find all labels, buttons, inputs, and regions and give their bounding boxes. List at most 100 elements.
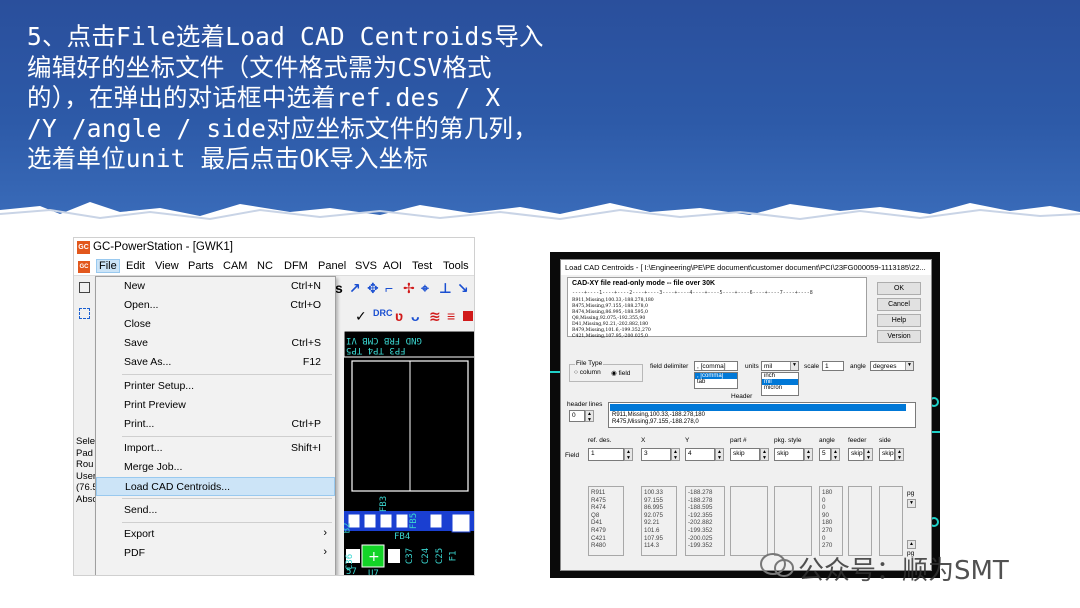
select-tool-icon[interactable] — [79, 282, 90, 293]
x-column-input[interactable]: 3 — [641, 448, 671, 461]
pkg-style-column-input[interactable]: skip — [774, 448, 804, 461]
menu-test[interactable]: Test — [412, 260, 432, 272]
units-option[interactable]: micron — [762, 385, 798, 391]
chevron-down-icon[interactable]: ▼ — [905, 362, 913, 370]
y-spinner[interactable]: ▲ ▼ — [715, 448, 724, 461]
app-menu-icon[interactable]: GC — [78, 261, 90, 273]
menu-item-close[interactable]: Close — [96, 315, 335, 334]
pcb-label: C25 — [435, 547, 446, 565]
pkg-style-spinner[interactable]: ▲ ▼ — [804, 448, 813, 461]
check-icon[interactable]: ✓ — [355, 308, 367, 325]
menu-parts[interactable]: Parts — [188, 260, 214, 272]
menu-file[interactable]: File — [96, 259, 120, 273]
ok-button[interactable]: OK — [877, 282, 921, 295]
menu-item-merge-job[interactable]: Merge Job... — [96, 458, 335, 477]
field-delimiter-list[interactable]: , [comma] tab — [694, 372, 738, 389]
gc-powerstation-window: GC GC-PowerStation - [GWK1] GC File Edit… — [73, 237, 475, 576]
via-icon[interactable]: ᴗ — [411, 308, 420, 324]
radio-field[interactable]: ◉ field — [611, 369, 630, 377]
menu-item-label: New — [124, 280, 146, 292]
menu-item-print-preview[interactable]: Print Preview — [96, 396, 335, 415]
menu-item-import[interactable]: Import... Shift+I — [96, 439, 335, 458]
menu-item-shortcut: Ctrl+S — [291, 337, 321, 349]
menu-dfm[interactable]: DFM — [284, 260, 308, 272]
radio-field-label: field — [618, 370, 631, 377]
menu-item-load-cad-centroids[interactable]: Load CAD Centroids... — [96, 477, 335, 496]
ref-des-column-input[interactable]: 1 — [588, 448, 624, 461]
menu-item-label: Close — [124, 318, 151, 330]
submenu-arrow-icon: › — [323, 527, 327, 539]
menu-item-open[interactable]: Open... Ctrl+O — [96, 296, 335, 315]
menu-item-export[interactable]: Export › — [96, 525, 335, 544]
part-column-input[interactable]: skip — [730, 448, 760, 461]
pencil-icon[interactable]: ↗ — [349, 280, 361, 297]
drc-icon[interactable]: DRC — [373, 308, 393, 318]
menu-view[interactable]: View — [155, 260, 179, 272]
marquee-tool-icon[interactable] — [79, 308, 90, 319]
header-lines-spinner[interactable]: ▲ ▼ — [585, 410, 594, 423]
angle-select[interactable]: degrees ▼ — [870, 361, 914, 371]
side-spinner[interactable]: ▲ ▼ — [895, 448, 904, 461]
menu-item-save-as[interactable]: Save As... F12 — [96, 353, 335, 372]
page-down-button[interactable]: ▼ — [907, 499, 916, 508]
menu-panel[interactable]: Panel — [318, 260, 346, 272]
x-spinner[interactable]: ▲ ▼ — [671, 448, 680, 461]
menu-edit[interactable]: Edit — [126, 260, 145, 272]
menu-item-print[interactable]: Print... Ctrl+P — [96, 415, 335, 434]
pcb-label: B2 — [344, 522, 353, 534]
side-column-input[interactable]: skip — [879, 448, 895, 461]
menu-tools[interactable]: Tools — [443, 260, 469, 272]
menu-separator — [122, 436, 332, 437]
net-icon[interactable]: ʋ — [395, 308, 403, 324]
pkg-style-column-preview — [774, 486, 812, 556]
arrow-tool-icon[interactable]: ↘ — [457, 280, 469, 297]
draw-tool-icon[interactable]: s — [335, 280, 343, 296]
angle-spinner[interactable]: ▲ ▼ — [831, 448, 840, 461]
move-icon[interactable]: ✢ — [403, 280, 415, 297]
stack-icon[interactable]: ≡ — [447, 308, 455, 324]
stop-icon[interactable] — [463, 311, 473, 321]
pcb-label: F1 — [448, 550, 459, 562]
feeder-spinner[interactable]: ▲ ▼ — [864, 448, 873, 461]
instruction-line: 的），在弹出的对话框中选着ref.des / X — [27, 83, 501, 112]
feeder-column-input[interactable]: skip — [848, 448, 864, 461]
delimiter-option[interactable]: tab — [695, 379, 737, 385]
chevron-down-icon[interactable]: ▼ — [790, 362, 798, 370]
units-list[interactable]: inch mil micron — [761, 372, 799, 396]
version-button[interactable]: Version — [877, 330, 921, 343]
field-row-label: Field — [565, 452, 580, 459]
pcb-canvas[interactable]: + GND FRB CMB VI FP3 TP4 TP5 FB3 B2 FB4 … — [344, 331, 474, 575]
menu-cam[interactable]: CAM — [223, 260, 247, 272]
cancel-button[interactable]: Cancel — [877, 298, 921, 311]
units-select[interactable]: mil ▼ — [761, 361, 799, 371]
node-icon[interactable]: ✥ — [367, 280, 379, 297]
header-lines-label: header lines — [567, 401, 603, 408]
col-name-part: part # — [730, 437, 747, 444]
menu-aoi[interactable]: AOI — [383, 260, 402, 272]
page-up-button[interactable]: ▲ — [907, 540, 916, 549]
menu-nc[interactable]: NC — [257, 260, 273, 272]
field-delimiter-select[interactable]: , [comma] — [694, 361, 738, 371]
part-column-preview — [730, 486, 768, 556]
align-icon[interactable]: ⌖ — [421, 280, 429, 297]
ref-des-spinner[interactable]: ▲ ▼ — [624, 448, 633, 461]
menu-item-new[interactable]: New Ctrl+N — [96, 277, 335, 296]
file-preview-pane: CAD-XY file read-only mode -- file over … — [567, 277, 867, 339]
menu-svs[interactable]: SVS — [355, 260, 377, 272]
help-button[interactable]: Help — [877, 314, 921, 327]
y-column-input[interactable]: 4 — [685, 448, 715, 461]
layer-icon[interactable]: ≋ — [429, 308, 441, 325]
menu-item-save[interactable]: Save Ctrl+S — [96, 334, 335, 353]
menu-item-pdf[interactable]: PDF › — [96, 544, 335, 563]
scale-input[interactable]: 1 — [822, 361, 844, 371]
route-icon[interactable]: ⌐ — [385, 280, 393, 296]
toolbar-top: s ↗ ✥ ⌐ ✢ ⌖ ⊥ ↘ — [329, 278, 474, 300]
part-spinner[interactable]: ▲ ▼ — [760, 448, 769, 461]
trace-icon[interactable]: ⊥ — [439, 280, 452, 297]
instruction-text: 5、点击File选着Load CAD Centroids导入 编辑好的坐标文件（… — [27, 22, 587, 175]
angle-column-input[interactable]: 5 — [819, 448, 831, 461]
menu-item-printer-setup[interactable]: Printer Setup... — [96, 377, 335, 396]
radio-column[interactable]: ○ column — [574, 369, 601, 376]
header-lines-input[interactable]: 0 — [569, 410, 585, 422]
menu-item-send[interactable]: Send... — [96, 501, 335, 520]
